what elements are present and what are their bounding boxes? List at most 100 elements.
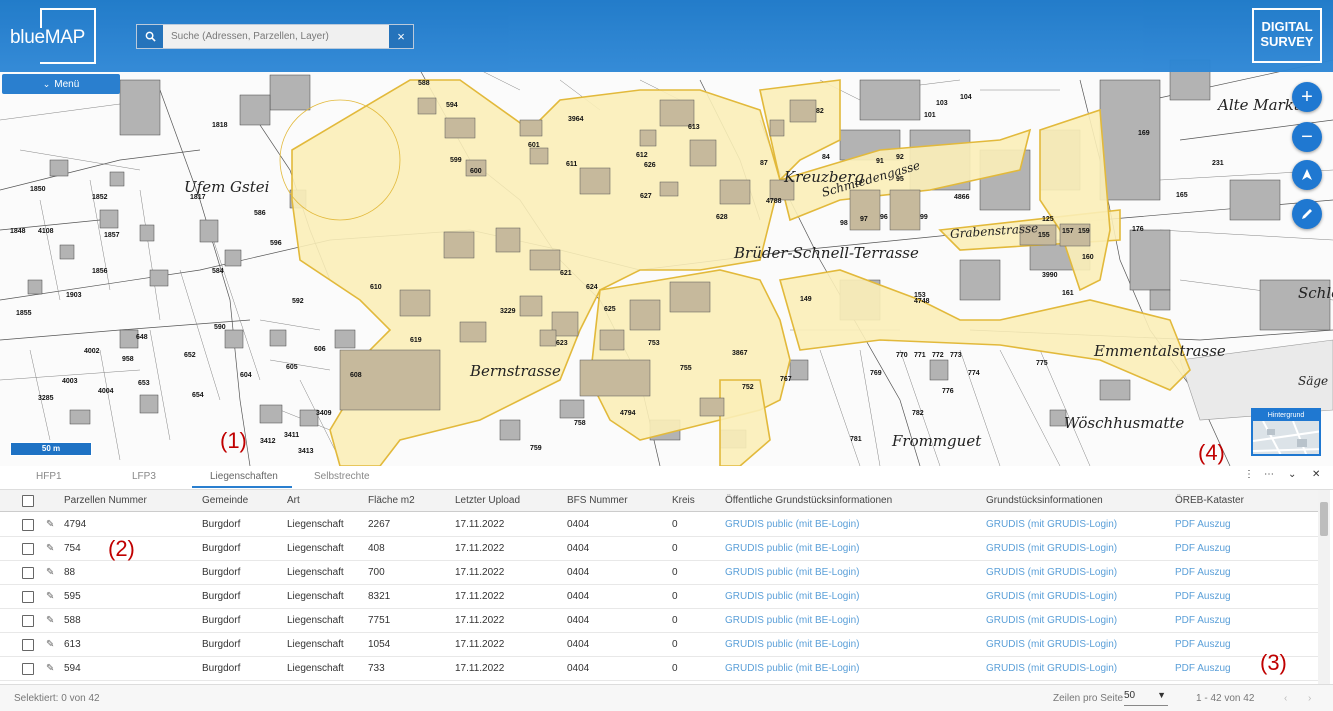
table-cell-link[interactable]: GRUDIS (mit GRUDIS-Login) bbox=[986, 615, 1117, 626]
edit-icon[interactable]: ✎ bbox=[46, 567, 54, 578]
table-row[interactable]: ✎ 4794 Burgdorf Liegenschaft 2267 17.11.2022 0… bbox=[0, 513, 1318, 537]
parcel-number: 592 bbox=[292, 298, 304, 305]
edit-icon[interactable]: ✎ bbox=[46, 663, 54, 674]
menu-button[interactable]: ⌄ Menü bbox=[2, 74, 120, 94]
parcel-number: 601 bbox=[528, 142, 540, 149]
table-cell: 8321 bbox=[368, 591, 391, 602]
table-cell-link[interactable]: PDF Auszug bbox=[1175, 543, 1231, 554]
table-cell-link[interactable]: GRUDIS public (mit BE-Login) bbox=[725, 567, 859, 578]
prev-page-icon[interactable]: ‹ bbox=[1284, 693, 1287, 704]
clear-search-button[interactable]: × bbox=[389, 25, 413, 48]
column-header[interactable]: Parzellen Nummer bbox=[64, 495, 147, 506]
table-cell-link[interactable]: GRUDIS public (mit BE-Login) bbox=[725, 519, 859, 530]
table-scrollbar[interactable] bbox=[1318, 490, 1330, 684]
table-cell-link[interactable]: GRUDIS public (mit BE-Login) bbox=[725, 615, 859, 626]
column-header[interactable]: Öffentliche Grundstücksinformationen bbox=[725, 495, 892, 506]
tab-liegenschaften[interactable]: Liegenschaften bbox=[192, 466, 292, 488]
parcel-number: 3409 bbox=[316, 410, 332, 417]
background-switch[interactable]: Hintergrund bbox=[1251, 408, 1321, 456]
row-checkbox[interactable] bbox=[22, 543, 34, 555]
parcel-number: 92 bbox=[896, 154, 904, 161]
search-bar[interactable]: × bbox=[136, 24, 414, 49]
column-header[interactable]: ÖREB-Kataster bbox=[1175, 495, 1244, 506]
table-cell-link[interactable]: PDF Auszug bbox=[1175, 567, 1231, 578]
table-row[interactable]: ✎ 754 Burgdorf Liegenschaft 408 17.11.2022 040… bbox=[0, 537, 1318, 561]
parcel-number: 96 bbox=[880, 214, 888, 221]
table-row[interactable]: ✎ 594 Burgdorf Liegenschaft 733 17.11.2022 040… bbox=[0, 657, 1318, 681]
search-button[interactable] bbox=[137, 25, 163, 48]
table-cell-link[interactable]: GRUDIS (mit GRUDIS-Login) bbox=[986, 543, 1117, 554]
plus-icon: + bbox=[1301, 85, 1313, 108]
row-checkbox[interactable] bbox=[22, 615, 34, 627]
table-cell-link[interactable]: PDF Auszug bbox=[1175, 519, 1231, 530]
parcel-number: 605 bbox=[286, 364, 298, 371]
table-cell-link[interactable]: GRUDIS public (mit BE-Login) bbox=[725, 639, 859, 650]
table-cell: 7751 bbox=[368, 615, 391, 626]
zoom-in-button[interactable]: + bbox=[1292, 82, 1322, 112]
close-panel-icon[interactable]: ✕ bbox=[1312, 469, 1320, 480]
zoom-out-button[interactable]: − bbox=[1292, 122, 1322, 152]
table-cell-link[interactable]: GRUDIS (mit GRUDIS-Login) bbox=[986, 519, 1117, 530]
map-label-saege: Säge bbox=[1298, 374, 1329, 388]
table-cell-link[interactable]: GRUDIS (mit GRUDIS-Login) bbox=[986, 663, 1117, 674]
edit-icon[interactable]: ✎ bbox=[46, 543, 54, 554]
parcel-number: 1855 bbox=[16, 310, 32, 317]
table-cell-link[interactable]: PDF Auszug bbox=[1175, 639, 1231, 650]
table-row[interactable]: ✎ 588 Burgdorf Liegenschaft 7751 17.11.2022 04… bbox=[0, 609, 1318, 633]
search-input[interactable] bbox=[165, 25, 387, 48]
parcel-number: 104 bbox=[960, 94, 972, 101]
table-cell: 408 bbox=[368, 543, 385, 554]
menu-label: Menü bbox=[54, 78, 80, 90]
more-vertical-icon[interactable]: ⋮ bbox=[1244, 469, 1254, 480]
column-header[interactable]: Fläche m2 bbox=[368, 495, 415, 506]
table-header: Parzellen Nummer Gemeinde Art Fläche m2 … bbox=[0, 490, 1318, 512]
tab-selbstrechte[interactable]: Selbstrechte bbox=[308, 466, 376, 488]
column-header[interactable]: Kreis bbox=[672, 495, 695, 506]
parcel-number: 176 bbox=[1132, 226, 1144, 233]
table-row[interactable]: ✎ 595 Burgdorf Liegenschaft 8321 17.11.2022 04… bbox=[0, 585, 1318, 609]
column-header[interactable]: BFS Nummer bbox=[567, 495, 628, 506]
table-cell-link[interactable]: PDF Auszug bbox=[1175, 615, 1231, 626]
parcel-number: 97 bbox=[860, 216, 868, 223]
table-cell-link[interactable]: PDF Auszug bbox=[1175, 591, 1231, 602]
app-logo-text: blueMAP bbox=[10, 27, 85, 48]
more-horizontal-icon[interactable]: ⋯ bbox=[1264, 469, 1274, 480]
edit-icon[interactable]: ✎ bbox=[46, 519, 54, 530]
table-cell-link[interactable]: PDF Auszug bbox=[1175, 663, 1231, 674]
parcel-number: 82 bbox=[816, 108, 824, 115]
parcel-number: 769 bbox=[870, 370, 882, 377]
column-header[interactable]: Grundstücksinformationen bbox=[986, 495, 1103, 506]
column-header[interactable]: Art bbox=[287, 495, 300, 506]
edit-icon[interactable]: ✎ bbox=[46, 639, 54, 650]
table-cell-link[interactable]: GRUDIS (mit GRUDIS-Login) bbox=[986, 591, 1117, 602]
next-page-icon[interactable]: › bbox=[1308, 693, 1311, 704]
table-row[interactable]: ✎ 88 Burgdorf Liegenschaft 700 17.11.2022 0404… bbox=[0, 561, 1318, 585]
table-cell-link[interactable]: GRUDIS public (mit BE-Login) bbox=[725, 663, 859, 674]
table-cell-link[interactable]: GRUDIS public (mit BE-Login) bbox=[725, 591, 859, 602]
tab-hfp1[interactable]: HFP1 bbox=[30, 466, 68, 488]
parcel-number: 758 bbox=[574, 420, 586, 427]
row-checkbox[interactable] bbox=[22, 663, 34, 675]
draw-button[interactable] bbox=[1292, 199, 1322, 229]
row-checkbox[interactable] bbox=[22, 639, 34, 651]
table-cell: 0 bbox=[672, 591, 678, 602]
row-checkbox[interactable] bbox=[22, 567, 34, 579]
select-all-checkbox[interactable] bbox=[22, 495, 34, 507]
compass-button[interactable] bbox=[1292, 160, 1322, 190]
edit-icon[interactable]: ✎ bbox=[46, 591, 54, 602]
column-header[interactable]: Letzter Upload bbox=[455, 495, 520, 506]
row-checkbox[interactable] bbox=[22, 519, 34, 531]
edit-icon[interactable]: ✎ bbox=[46, 615, 54, 626]
table-cell: 2267 bbox=[368, 519, 391, 530]
collapse-chevron-icon[interactable]: ⌄ bbox=[1288, 469, 1296, 480]
row-checkbox[interactable] bbox=[22, 591, 34, 603]
scrollbar-thumb[interactable] bbox=[1320, 502, 1328, 536]
tab-lfp3[interactable]: LFP3 bbox=[126, 466, 162, 488]
table-cell-link[interactable]: GRUDIS public (mit BE-Login) bbox=[725, 543, 859, 554]
table-cell: 595 bbox=[64, 591, 81, 602]
rows-per-page-select[interactable]: 50 ▼ bbox=[1124, 690, 1168, 706]
table-cell-link[interactable]: GRUDIS (mit GRUDIS-Login) bbox=[986, 639, 1117, 650]
table-row[interactable]: ✎ 613 Burgdorf Liegenschaft 1054 17.11.2022 04… bbox=[0, 633, 1318, 657]
column-header[interactable]: Gemeinde bbox=[202, 495, 248, 506]
table-cell-link[interactable]: GRUDIS (mit GRUDIS-Login) bbox=[986, 567, 1117, 578]
